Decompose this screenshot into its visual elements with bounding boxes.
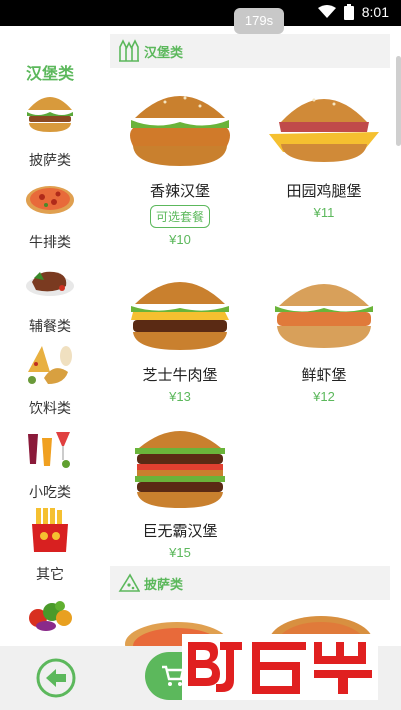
status-time: 8:01 [361, 4, 389, 20]
vegetables-icon [29, 601, 72, 631]
burger-image [130, 96, 230, 166]
category-label: 饮料类 [29, 401, 71, 417]
burger-image [135, 431, 225, 508]
category-label: 辅餐类 [29, 319, 71, 335]
item-name: 香辣汉堡 [149, 182, 210, 200]
status-bar: 8:01 [0, 0, 401, 26]
countdown-timer: 179s [234, 8, 284, 34]
category-other[interactable]: 其它 [0, 564, 100, 634]
category-side-dish[interactable]: 辅餐类 [0, 316, 100, 386]
category-snacks[interactable]: 小吃类 [0, 482, 100, 552]
burger-icon [27, 97, 73, 132]
category-label: 其它 [36, 567, 64, 583]
menu-item[interactable]: 芝士牛肉堡 ¥13 [110, 266, 250, 404]
menu-item[interactable]: 巨无霸汉堡 ¥15 [110, 418, 250, 560]
back-arrow-icon[interactable] [36, 658, 76, 698]
category-sidebar: 汉堡类 披萨类 牛排类 辅餐类 饮料类 小吃类 其它 [0, 26, 100, 646]
item-price: ¥13 [169, 389, 191, 404]
menu-item[interactable]: 田园鸡腿堡 ¥11 [254, 82, 394, 220]
category-label: 披萨类 [29, 153, 71, 169]
item-price: ¥10 [169, 232, 191, 247]
pizza-section-icon [118, 573, 140, 592]
wifi-icon [317, 5, 336, 18]
item-price: ¥12 [313, 389, 335, 404]
category-burger[interactable]: 汉堡类 [0, 60, 100, 134]
battery-icon [343, 4, 354, 20]
drinks-icon [28, 432, 70, 468]
fries-icon [32, 508, 68, 552]
menu-item[interactable]: 香辣汉堡 可选套餐 ¥10 [110, 82, 250, 247]
item-name: 田园鸡腿堡 [286, 182, 362, 200]
burger-image [269, 98, 379, 162]
section-title: 汉堡类 [144, 46, 184, 61]
item-price: ¥15 [169, 545, 191, 560]
section-header-pizza: 披萨类 [110, 566, 390, 600]
burger-image [275, 284, 373, 348]
steak-icon [26, 271, 74, 296]
burger-section-icon [119, 39, 139, 62]
item-name: 芝士牛肉堡 [142, 366, 218, 384]
pizza-icon [26, 186, 74, 214]
menu-item[interactable]: 鲜虾堡 ¥12 [254, 266, 394, 404]
item-price: ¥11 [313, 205, 335, 220]
watermark-logo [182, 634, 378, 700]
section-header-burgers: 汉堡类 [110, 34, 390, 68]
side-dish-icon [28, 346, 72, 384]
combo-badge[interactable]: 可选套餐 [149, 205, 210, 228]
section-title: 披萨类 [144, 578, 184, 593]
category-drinks[interactable]: 饮料类 [0, 398, 100, 468]
scrollbar[interactable] [396, 56, 401, 146]
burger-image [131, 282, 229, 350]
category-label: 汉堡类 [25, 64, 74, 83]
item-name: 鲜虾堡 [301, 366, 347, 384]
item-name: 巨无霸汉堡 [142, 522, 218, 540]
category-label: 牛排类 [29, 235, 71, 251]
category-pizza[interactable]: 披萨类 [0, 150, 100, 220]
category-steak[interactable]: 牛排类 [0, 232, 100, 302]
menu-content: 汉堡类 香辣汉堡 可选套餐 ¥10 田园鸡腿堡 ¥11 芝士牛肉堡 ¥13 鲜虾… [104, 26, 401, 646]
category-label: 小吃类 [29, 485, 71, 501]
